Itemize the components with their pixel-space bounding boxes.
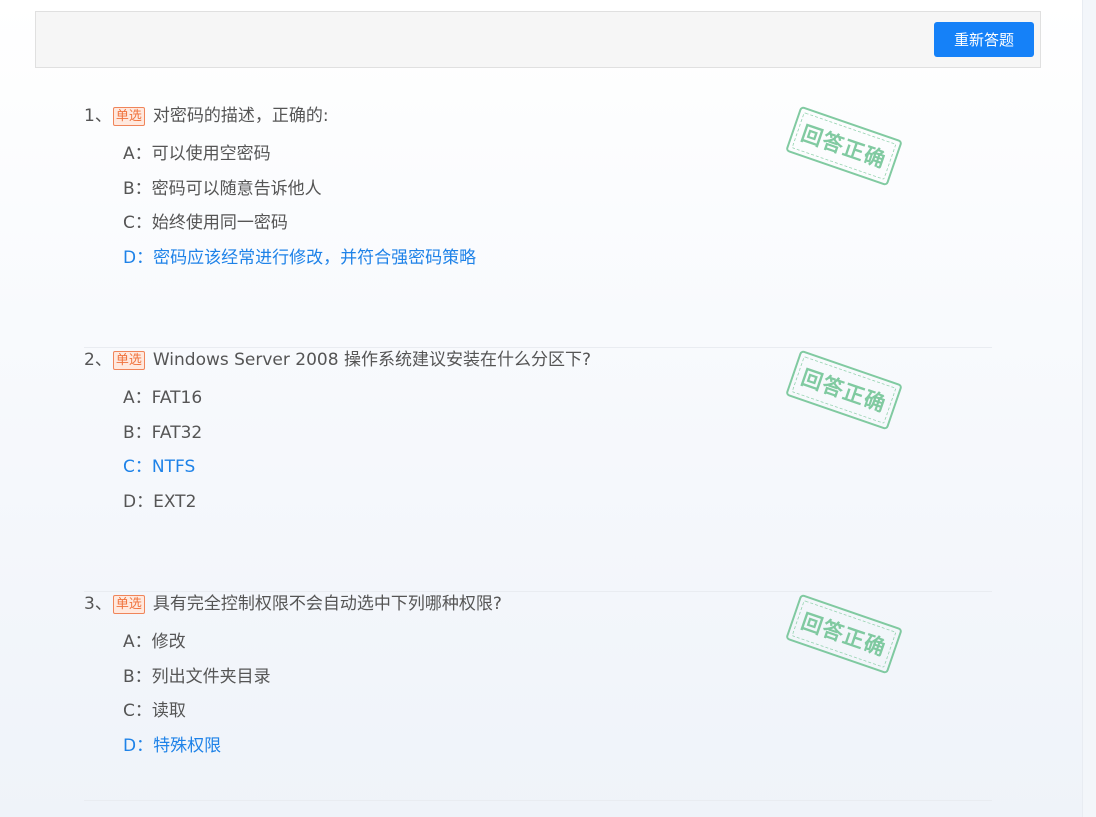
option-d[interactable]: D：密码应该经常进行修改，并符合强密码策略	[123, 241, 476, 276]
option-text: 特殊权限	[153, 735, 222, 756]
option-b[interactable]: B：密码可以随意告诉他人	[123, 172, 476, 207]
redo-quiz-button[interactable]: 重新答题	[934, 22, 1034, 57]
question-2: 2、 单选 Windows Server 2008 操作系统建议安装在什么分区下? …	[84, 348, 992, 592]
option-d[interactable]: D：EXT2	[123, 485, 202, 520]
option-a[interactable]: A：FAT16	[123, 381, 202, 416]
option-label: D：	[123, 735, 154, 756]
option-b[interactable]: B：FAT32	[123, 416, 202, 451]
option-text: FAT32	[151, 422, 203, 443]
option-label: A：	[123, 388, 152, 408]
option-label: B：	[123, 666, 152, 687]
question-3: 3、 单选 具有完全控制权限不会自动选中下列哪种权限? A：修改 B：列出文件夹目录…	[84, 592, 992, 801]
option-label: B：	[123, 178, 152, 199]
option-label: A：	[123, 632, 152, 652]
question-text: Windows Server 2008 操作系统建议安装在什么分区下?	[152, 350, 591, 370]
question-title: 3、 单选 具有完全控制权限不会自动选中下列哪种权限?	[84, 592, 502, 616]
question-type-badge: 单选	[112, 595, 145, 614]
option-label: C：	[123, 701, 152, 721]
question-text: 对密码的描述，正确的:	[152, 106, 329, 126]
option-c[interactable]: C：读取	[123, 694, 271, 729]
question-number: 2、	[84, 350, 112, 370]
option-text: EXT2	[153, 491, 197, 512]
option-text: 密码应该经常进行修改，并符合强密码策略	[153, 247, 477, 268]
option-list: A：修改 B：列出文件夹目录 C：读取 D：特殊权限	[123, 625, 271, 763]
option-list: A：FAT16 B：FAT32 C：NTFS D：EXT2	[123, 381, 202, 519]
option-label: D：	[123, 247, 154, 268]
question-type-badge: 单选	[112, 107, 145, 126]
option-a[interactable]: A：可以使用空密码	[123, 137, 476, 172]
option-text: 修改	[151, 632, 186, 652]
correct-stamp: 回答正确	[785, 593, 903, 675]
toolbar: 重新答题	[35, 11, 1041, 68]
option-text: 列出文件夹目录	[151, 666, 271, 687]
question-type-badge: 单选	[112, 351, 145, 370]
option-label: B：	[123, 422, 152, 443]
question-1: 1、 单选 对密码的描述，正确的: A：可以使用空密码 B：密码可以随意告诉他人 C…	[84, 104, 992, 348]
option-c[interactable]: C：NTFS	[123, 450, 202, 485]
option-text: 密码可以随意告诉他人	[151, 178, 322, 199]
option-text: 始终使用同一密码	[151, 213, 288, 233]
option-text: 可以使用空密码	[151, 144, 271, 164]
option-list: A：可以使用空密码 B：密码可以随意告诉他人 C：始终使用同一密码 D：密码应该…	[123, 137, 476, 275]
question-number: 1、	[84, 106, 112, 126]
correct-stamp: 回答正确	[785, 105, 903, 187]
question-number: 3、	[84, 594, 112, 614]
correct-stamp: 回答正确	[785, 349, 903, 431]
option-label: A：	[123, 144, 152, 164]
option-text: FAT16	[151, 388, 203, 408]
right-scroll-gutter	[1082, 0, 1096, 817]
option-label: D：	[123, 491, 154, 512]
option-text: 读取	[151, 701, 186, 721]
question-title: 1、 单选 对密码的描述，正确的:	[84, 104, 329, 128]
question-title: 2、 单选 Windows Server 2008 操作系统建议安装在什么分区下?	[84, 348, 591, 372]
option-label: C：	[123, 457, 152, 477]
option-label: C：	[123, 213, 152, 233]
option-a[interactable]: A：修改	[123, 625, 271, 660]
question-text: 具有完全控制权限不会自动选中下列哪种权限?	[152, 594, 502, 614]
option-c[interactable]: C：始终使用同一密码	[123, 206, 476, 241]
option-text: NTFS	[151, 457, 196, 477]
option-b[interactable]: B：列出文件夹目录	[123, 660, 271, 695]
option-d[interactable]: D：特殊权限	[123, 729, 271, 764]
